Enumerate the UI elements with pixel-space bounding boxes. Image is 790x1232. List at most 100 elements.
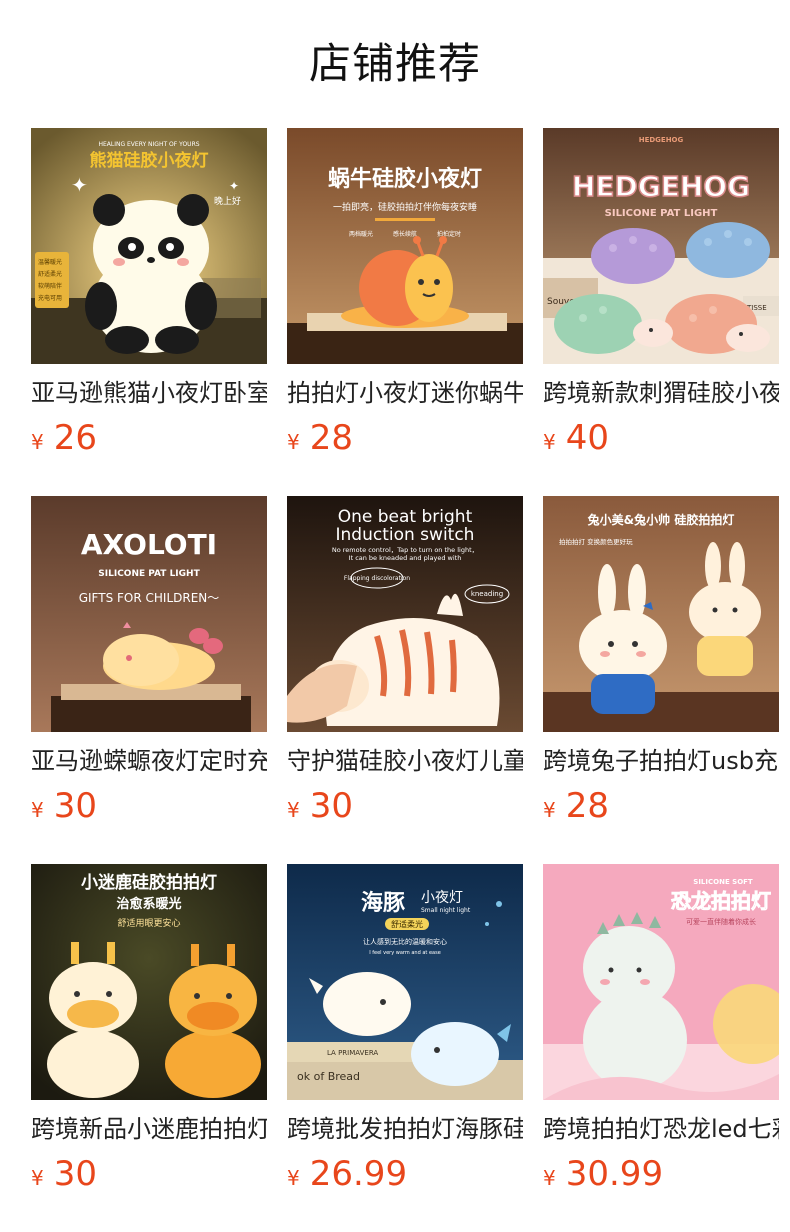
image-text: ok of Bread — [297, 1070, 360, 1083]
product-image[interactable]: SILICONE SOFT 恐龙拍拍灯 可爱一直伴随着你成长 — [543, 864, 779, 1100]
image-text: 海豚 — [361, 890, 405, 916]
product-name[interactable]: 跨境批发拍拍灯海豚硅胶 — [287, 1114, 523, 1144]
product-price: ¥30 — [31, 1154, 267, 1200]
image-text: Induction switch — [336, 525, 475, 545]
rabbit-lamp-image: 兔小美&兔小帅 硅胶拍拍灯 拍拍拍打 变换颜色更好玩 — [543, 496, 779, 732]
product-card[interactable]: SILICONE SOFT 恐龙拍拍灯 可爱一直伴随着你成长 跨境拍拍灯恐龙le… — [543, 864, 779, 1232]
image-text: No remote control，Tap to turn on the lig… — [332, 546, 478, 554]
product-name[interactable]: 亚马逊熊猫小夜灯卧室 — [31, 378, 267, 408]
product-card[interactable]: 小迷鹿硅胶拍拍灯 治愈系暖光 舒适用眼更安心 跨境新品小迷鹿拍拍灯 ¥ 30 — [31, 864, 267, 1232]
image-text: 舒适用眼更安心 — [117, 917, 180, 929]
snail-lamp-image: 蜗牛硅胶小夜灯 一拍即亮，硅胶拍拍灯伴你每夜安睡 两档暖光 感长续航 拍拍定时 — [287, 128, 523, 364]
currency-symbol: ¥ — [31, 1166, 44, 1190]
hedgehog-lamp-image: HEDGEHOG HEDGEHOG SILICONE PAT LIGHT Sou… — [543, 128, 779, 364]
image-text: AXOLOTI — [81, 528, 217, 561]
product-name[interactable]: 跨境兔子拍拍灯usb充电 — [543, 746, 779, 776]
image-text: 温馨暖光 — [38, 258, 62, 266]
image-text: 晚上好 — [214, 195, 241, 207]
price-amount: 30.99 — [565, 1154, 664, 1194]
image-text: GIFTS FOR CHILDREN～ — [79, 591, 220, 605]
image-text: SILICONE SOFT — [693, 878, 753, 886]
product-image[interactable]: One beat bright Induction switch No remo… — [287, 496, 523, 732]
image-text: 拍拍拍打 变换颜色更好玩 — [559, 537, 633, 546]
product-card[interactable]: HEDGEHOG HEDGEHOG SILICONE PAT LIGHT Sou… — [543, 128, 779, 496]
product-image[interactable]: 海豚 小夜灯 Small night light 舒适柔光 让人感到无比的温暖和… — [287, 864, 523, 1100]
product-price: ¥28 — [287, 418, 523, 464]
product-grid: HEALING EVERY NIGHT OF YOURS 熊猫硅胶小夜灯 晚上好… — [31, 128, 779, 1232]
product-name[interactable]: 拍拍灯小夜灯迷你蜗牛 — [287, 378, 523, 408]
product-price: ¥40 — [543, 418, 779, 464]
image-text: 蜗牛硅胶小夜灯 — [328, 166, 482, 192]
svg-text:✦: ✦ — [229, 179, 239, 193]
product-card[interactable]: HEALING EVERY NIGHT OF YOURS 熊猫硅胶小夜灯 晚上好… — [31, 128, 267, 496]
product-image[interactable]: 小迷鹿硅胶拍拍灯 治愈系暖光 舒适用眼更安心 — [31, 864, 267, 1100]
image-text: 拍拍定时 — [437, 230, 461, 238]
dolphin-lamp-image: 海豚 小夜灯 Small night light 舒适柔光 让人感到无比的温暖和… — [287, 864, 523, 1100]
price-amount: 30 — [309, 786, 353, 826]
cat-lamp-image: One beat bright Induction switch No remo… — [287, 496, 523, 732]
product-price: ¥30 — [287, 786, 523, 832]
product-price: ¥30.99 — [543, 1154, 779, 1200]
image-text: 可爱一直伴随着你成长 — [686, 917, 756, 926]
currency-symbol: ¥ — [543, 430, 556, 454]
product-image[interactable]: 兔小美&兔小帅 硅胶拍拍灯 拍拍拍打 变换颜色更好玩 — [543, 496, 779, 732]
image-text: 两档暖光 — [349, 230, 373, 238]
image-text: I feel very warm and at ease — [369, 950, 441, 956]
dinosaur-lamp-image: SILICONE SOFT 恐龙拍拍灯 可爱一直伴随着你成长 — [543, 864, 779, 1100]
price-amount: 30 — [53, 1154, 97, 1194]
currency-symbol: ¥ — [287, 430, 300, 454]
svg-text:✦: ✦ — [71, 173, 88, 197]
image-text: HEALING EVERY NIGHT OF YOURS — [98, 141, 199, 148]
deer-lamp-image: 小迷鹿硅胶拍拍灯 治愈系暖光 舒适用眼更安心 — [31, 864, 267, 1100]
image-text: kneading — [471, 590, 503, 598]
currency-symbol: ¥ — [543, 1166, 556, 1190]
product-price: ¥26 — [31, 418, 267, 464]
product-name[interactable]: 跨境新款刺猬硅胶小夜灯 — [543, 378, 779, 408]
image-text: 舒适柔光 — [391, 919, 423, 929]
currency-symbol: ¥ — [287, 1166, 300, 1190]
product-image[interactable]: 蜗牛硅胶小夜灯 一拍即亮，硅胶拍拍灯伴你每夜安睡 两档暖光 感长续航 拍拍定时 — [287, 128, 523, 364]
product-name[interactable]: 跨境新品小迷鹿拍拍灯 — [31, 1114, 267, 1144]
image-text: It can be kneaded and played with — [349, 554, 462, 562]
product-image[interactable]: HEALING EVERY NIGHT OF YOURS 熊猫硅胶小夜灯 晚上好… — [31, 128, 267, 364]
product-image[interactable]: AXOLOTI SILICONE PAT LIGHT GIFTS FOR CHI… — [31, 496, 267, 732]
image-text: 一拍即亮，硅胶拍拍灯伴你每夜安睡 — [333, 201, 477, 213]
image-text: Flapping discoloration — [344, 575, 410, 582]
image-text: HEDGEHOG — [572, 170, 750, 203]
image-text: 充电可用 — [38, 294, 62, 302]
currency-symbol: ¥ — [287, 798, 300, 822]
panda-lamp-image: HEALING EVERY NIGHT OF YOURS 熊猫硅胶小夜灯 晚上好… — [31, 128, 267, 364]
price-amount: 28 — [565, 786, 609, 826]
product-card[interactable]: 海豚 小夜灯 Small night light 舒适柔光 让人感到无比的温暖和… — [287, 864, 523, 1232]
currency-symbol: ¥ — [543, 798, 556, 822]
product-name[interactable]: 亚马逊蝾螈夜灯定时充电 — [31, 746, 267, 776]
page-title: 店铺推荐 — [308, 39, 481, 88]
product-name[interactable]: 守护猫硅胶小夜灯儿童 — [287, 746, 523, 776]
price-amount: 28 — [309, 418, 353, 458]
image-text: 治愈系暖光 — [116, 896, 181, 912]
image-text: 小迷鹿硅胶拍拍灯 — [81, 872, 217, 893]
currency-symbol: ¥ — [31, 798, 44, 822]
product-card[interactable]: AXOLOTI SILICONE PAT LIGHT GIFTS FOR CHI… — [31, 496, 267, 864]
image-text: 小夜灯 — [421, 890, 463, 906]
price-amount: 40 — [565, 418, 609, 458]
product-card[interactable]: One beat bright Induction switch No remo… — [287, 496, 523, 864]
image-text: 感长续航 — [393, 230, 417, 238]
product-price: ¥26.99 — [287, 1154, 523, 1200]
image-text: LA PRIMAVERA — [327, 1049, 378, 1057]
image-text: 软萌陪伴 — [38, 282, 62, 290]
image-text: 恐龙拍拍灯 — [671, 889, 771, 913]
image-text: One beat bright — [338, 507, 473, 527]
axolotl-lamp-image: AXOLOTI SILICONE PAT LIGHT GIFTS FOR CHI… — [31, 496, 267, 732]
product-card[interactable]: 兔小美&兔小帅 硅胶拍拍灯 拍拍拍打 变换颜色更好玩 跨境兔子拍拍灯usb充电 … — [543, 496, 779, 864]
image-text: 熊猫硅胶小夜灯 — [90, 150, 209, 171]
product-image[interactable]: HEDGEHOG HEDGEHOG SILICONE PAT LIGHT Sou… — [543, 128, 779, 364]
product-card[interactable]: 蜗牛硅胶小夜灯 一拍即亮，硅胶拍拍灯伴你每夜安睡 两档暖光 感长续航 拍拍定时 — [287, 128, 523, 496]
product-name[interactable]: 跨境拍拍灯恐龙led七彩 — [543, 1114, 779, 1144]
image-text: Small night light — [421, 907, 471, 914]
product-price: ¥28 — [543, 786, 779, 832]
product-price: ¥30 — [31, 786, 267, 832]
shop-recommendation-page: 店铺推荐 HEALING EVERY NIGHT OF YOURS 熊猫硅胶小夜… — [0, 0, 790, 1232]
image-text: 兔小美&兔小帅 硅胶拍拍灯 — [587, 512, 735, 527]
image-text: SILICONE PAT LIGHT — [98, 569, 200, 579]
